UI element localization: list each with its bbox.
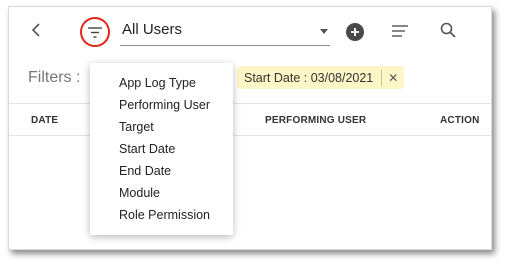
add-button[interactable] [346,23,364,41]
caret-down-icon [320,29,328,34]
menu-item-start-date[interactable]: Start Date [119,142,175,156]
start-date-filter-chip: Start Date : 03/08/2021 ✕ [237,66,405,89]
search-button[interactable] [440,22,456,43]
column-header-date[interactable]: DATE [31,115,58,126]
menu-item-role-permission[interactable]: Role Permission [119,208,210,222]
plus-circle-icon [351,28,359,36]
toolbar: All Users [9,7,491,59]
close-icon[interactable]: ✕ [388,71,398,85]
sort-lines-icon [392,25,408,37]
chip-divider [381,69,383,86]
back-button[interactable] [31,23,45,39]
menu-item-target[interactable]: Target [119,120,154,134]
user-select-value: All Users [122,21,183,38]
menu-item-module[interactable]: Module [119,186,160,200]
column-header-performing-user[interactable]: PERFORMING USER [265,115,366,126]
divider [9,103,491,104]
table-header-divider [9,135,491,136]
filter-icon [88,26,102,38]
user-select-dropdown[interactable]: All Users [120,17,330,46]
chevron-left-icon [31,23,40,37]
menu-item-end-date[interactable]: End Date [119,164,171,178]
app-window: All Users Filters : Start Date : 03/08/2… [8,6,492,250]
filters-label: Filters : [28,69,81,86]
filter-type-menu: App Log Type Performing User Target Star… [90,63,233,235]
menu-item-app-log-type[interactable]: App Log Type [119,76,196,90]
filter-button[interactable] [80,17,110,47]
sort-button[interactable] [392,24,408,42]
search-icon [440,22,456,38]
chip-label: Start Date : 03/08/2021 [244,70,374,85]
column-header-action[interactable]: ACTION [440,115,480,126]
menu-item-performing-user[interactable]: Performing User [119,98,210,112]
